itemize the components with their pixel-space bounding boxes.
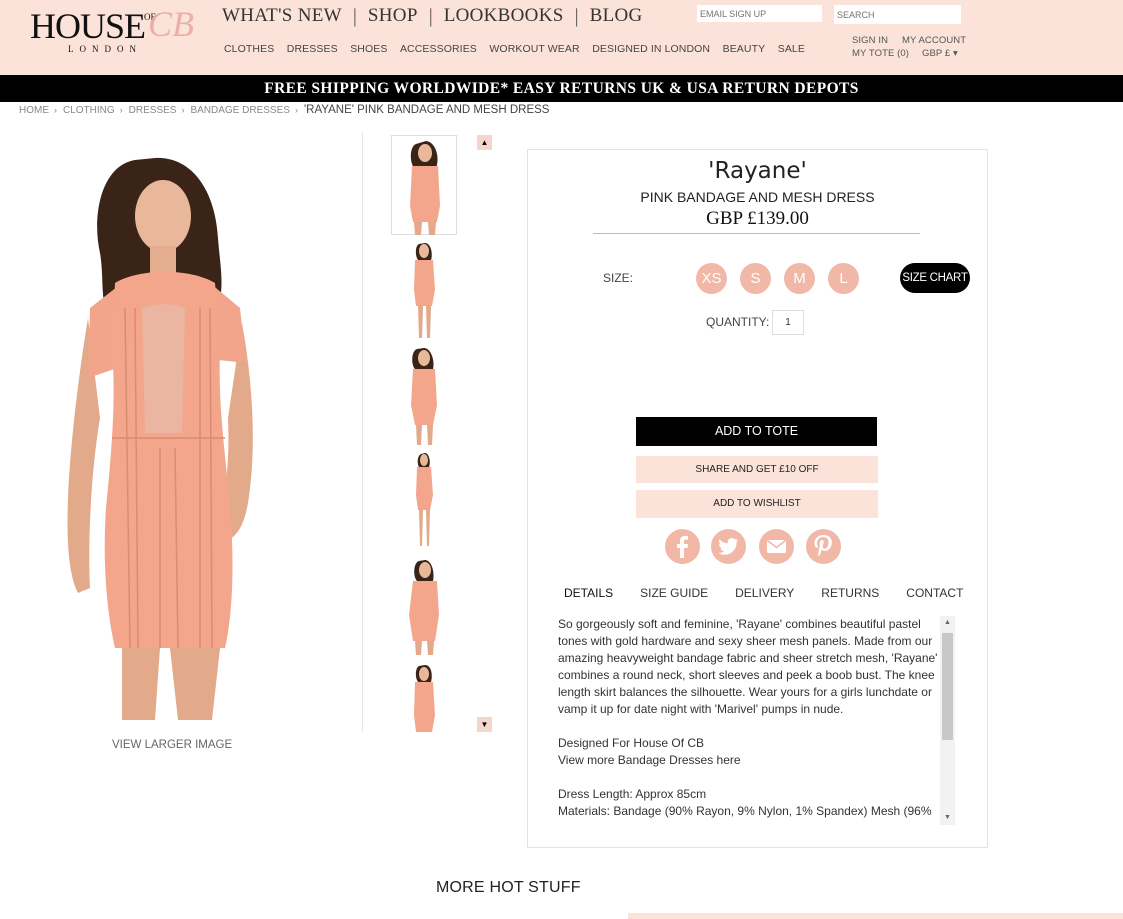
subnav-accessories[interactable]: ACCESSORIES [400, 43, 477, 55]
scroll-thumb[interactable] [942, 633, 953, 740]
add-to-tote-button[interactable]: ADD TO TOTE [636, 417, 877, 446]
gallery-divider [362, 132, 363, 732]
sign-in-link[interactable]: SIGN IN [852, 35, 888, 46]
subnav-clothes[interactable]: CLOTHES [224, 43, 274, 55]
breadcrumb-separator: › [54, 105, 57, 115]
breadcrumb-bandage-dresses[interactable]: BANDAGE DRESSES [190, 105, 289, 116]
nav-separator: | [574, 4, 579, 27]
breadcrumb-current: 'RAYANE' PINK BANDAGE AND MESH DRESS [303, 104, 550, 116]
logo-london-text: LONDON [68, 44, 142, 54]
main-nav: WHAT'S NEW | SHOP | LOOKBOOKS | BLOG [222, 4, 643, 28]
description-paragraph: So gorgeously soft and feminine, 'Rayane… [558, 617, 938, 716]
site-logo[interactable]: HOUSE OF CB LONDON [28, 6, 198, 56]
product-info-tabs: DETAILS SIZE GUIDE DELIVERY RETURNS CONT… [564, 586, 990, 600]
quantity-label: QUANTITY: [706, 315, 770, 329]
subnav-dresses[interactable]: DRESSES [287, 43, 338, 55]
promo-banner[interactable]: FREE SHIPPING WORLDWIDE* EASY RETURNS UK… [0, 75, 1123, 102]
thumbnail-2[interactable] [391, 240, 457, 340]
main-product-image[interactable] [60, 148, 280, 720]
product-name: 'Rayane' [708, 158, 807, 184]
facebook-icon[interactable] [665, 529, 700, 564]
subnav-workout-wear[interactable]: WORKOUT WEAR [489, 43, 579, 55]
materials-text: Materials: Bandage (90% Rayon, 9% Nylon,… [558, 804, 932, 818]
thumbnail-1[interactable] [391, 135, 457, 235]
bottom-strip [628, 913, 1123, 919]
nav-blog[interactable]: BLOG [590, 5, 643, 27]
size-label: SIZE: [603, 271, 634, 285]
tab-details[interactable]: DETAILS [564, 586, 613, 600]
thumbnails-up-arrow-icon[interactable]: ▲ [477, 135, 492, 150]
size-chart-button[interactable]: SIZE CHART [900, 263, 970, 293]
subnav-beauty[interactable]: BEAUTY [723, 43, 766, 55]
nav-separator: | [428, 4, 433, 27]
breadcrumb-home[interactable]: HOME [19, 105, 49, 116]
nav-shop[interactable]: SHOP [368, 5, 418, 27]
size-l-button[interactable]: L [828, 263, 859, 294]
email-signup-input[interactable] [697, 5, 822, 22]
my-tote-link[interactable]: MY TOTE (0) [852, 48, 909, 59]
sub-nav: CLOTHES DRESSES SHOES ACCESSORIES WORKOU… [224, 43, 817, 55]
product-subtitle: PINK BANDAGE AND MESH DRESS [640, 189, 875, 205]
description-scrollbar[interactable]: ▲ ▼ [940, 616, 955, 825]
subnav-shoes[interactable]: SHOES [350, 43, 387, 55]
subnav-sale[interactable]: SALE [778, 43, 805, 55]
nav-whats-new[interactable]: WHAT'S NEW [222, 5, 342, 27]
add-to-wishlist-button[interactable]: ADD TO WISHLIST [636, 490, 878, 518]
share-button[interactable]: SHARE AND GET £10 OFF [636, 456, 878, 483]
product-price: GBP £139.00 [706, 208, 809, 229]
more-hot-stuff-heading: MORE HOT STUFF [436, 879, 581, 896]
tab-contact[interactable]: CONTACT [906, 586, 963, 600]
thumbnail-6[interactable] [391, 660, 457, 732]
nav-lookbooks[interactable]: LOOKBOOKS [444, 5, 564, 27]
pinterest-icon[interactable] [806, 529, 841, 564]
site-header: HOUSE OF CB LONDON WHAT'S NEW | SHOP | L… [0, 0, 1123, 75]
logo-cb-text: CB [148, 4, 195, 44]
product-description: So gorgeously soft and feminine, 'Rayane… [555, 616, 938, 826]
quantity-input[interactable] [772, 310, 804, 335]
twitter-icon[interactable] [711, 529, 746, 564]
thumbnail-3[interactable] [391, 345, 457, 445]
scroll-up-icon[interactable]: ▲ [940, 616, 955, 630]
breadcrumb-separator: › [294, 105, 298, 115]
price-divider [593, 233, 920, 234]
thumbnails-down-arrow-icon[interactable]: ▼ [477, 717, 492, 732]
breadcrumb-separator: › [119, 105, 123, 115]
nav-separator: | [352, 4, 357, 27]
logo-main-text: HOUSE [30, 6, 146, 46]
size-s-button[interactable]: S [740, 263, 771, 294]
email-icon[interactable] [759, 529, 794, 564]
breadcrumb-dresses[interactable]: DRESSES [129, 105, 177, 116]
currency-selector[interactable]: GBP £ ▾ [922, 48, 958, 59]
tab-delivery[interactable]: DELIVERY [735, 586, 794, 600]
view-more-link[interactable]: View more Bandage Dresses here [558, 752, 938, 769]
scroll-down-icon[interactable]: ▼ [940, 811, 955, 825]
tab-size-guide[interactable]: SIZE GUIDE [640, 586, 708, 600]
subnav-designed-in-london[interactable]: DESIGNED IN LONDON [592, 43, 710, 55]
size-xs-button[interactable]: XS [696, 263, 727, 294]
dress-length-text: Dress Length: Approx 85cm [558, 787, 707, 801]
size-m-button[interactable]: M [784, 263, 815, 294]
breadcrumb-clothing[interactable]: CLOTHING [63, 105, 115, 116]
thumbnail-4[interactable] [391, 450, 457, 550]
breadcrumb: HOME › CLOTHING › DRESSES › BANDAGE DRES… [19, 104, 549, 116]
breadcrumb-separator: › [181, 105, 185, 115]
designed-for-text: Designed For House Of CB [558, 736, 705, 750]
tab-returns[interactable]: RETURNS [821, 586, 879, 600]
view-larger-image-link[interactable]: VIEW LARGER IMAGE [112, 739, 232, 751]
my-account-link[interactable]: MY ACCOUNT [902, 35, 966, 46]
search-input[interactable] [834, 5, 961, 24]
model-illustration [67, 157, 253, 720]
thumbnail-5[interactable] [391, 555, 457, 655]
